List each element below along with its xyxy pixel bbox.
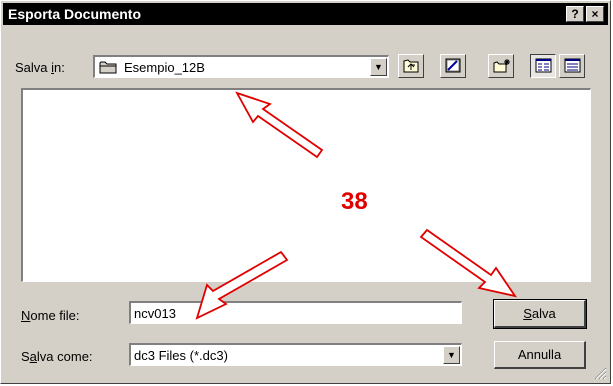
annotation-arrows xyxy=(195,91,518,320)
arrow-to-save-in xyxy=(235,91,324,159)
annotation-number: 38 xyxy=(341,188,368,215)
arrow-to-filename xyxy=(195,250,289,320)
arrow-to-save-button xyxy=(419,228,518,298)
